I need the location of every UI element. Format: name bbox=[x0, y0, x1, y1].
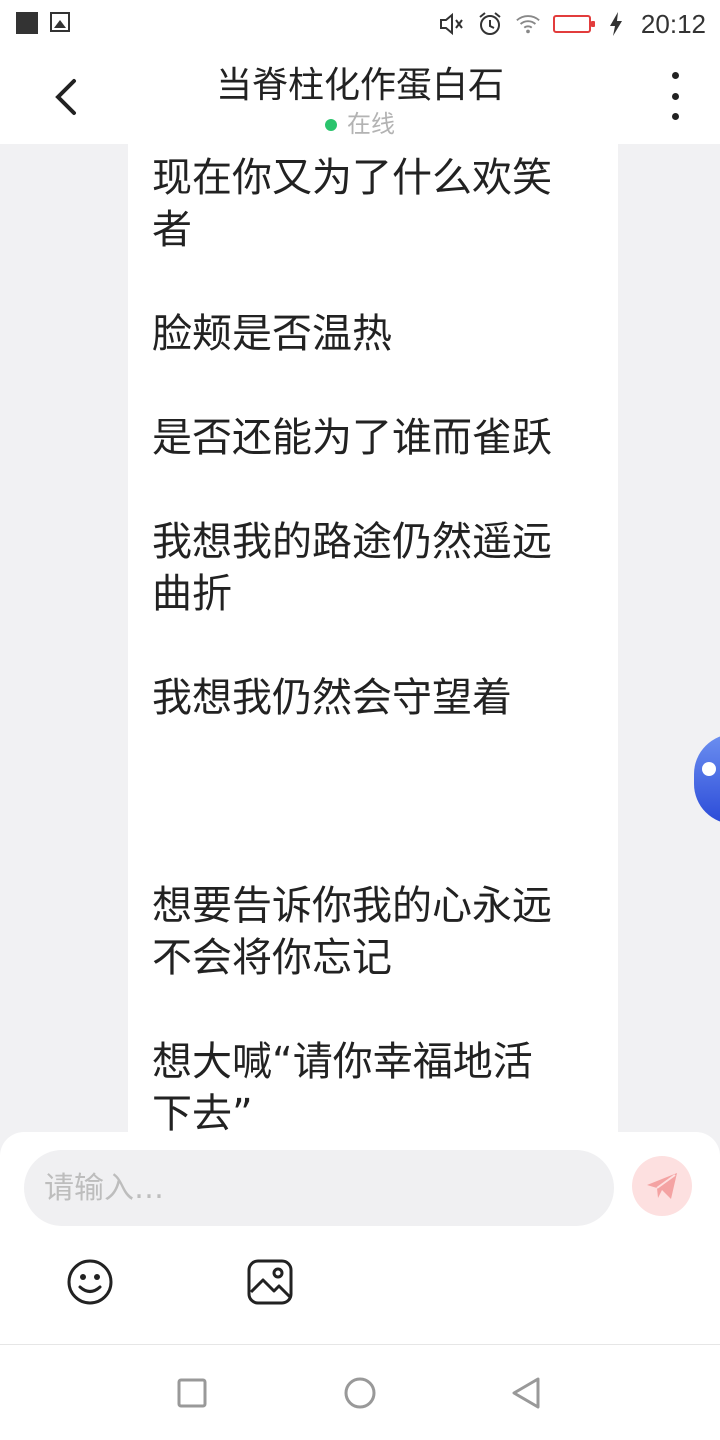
nav-back-button[interactable] bbox=[508, 1375, 544, 1411]
image-icon bbox=[247, 1259, 293, 1305]
message-line: 是否还能为了谁而雀跃 bbox=[152, 415, 552, 461]
send-button[interactable] bbox=[632, 1156, 692, 1216]
message-line: 者 bbox=[152, 207, 192, 253]
message-line: 下去” bbox=[152, 1091, 253, 1134]
status-time: 20:12 bbox=[640, 8, 706, 39]
chat-title: 当脊柱化作蛋白石 bbox=[215, 65, 504, 106]
recent-apps-icon bbox=[177, 1378, 207, 1408]
gallery-icon bbox=[50, 12, 70, 32]
emoji-icon bbox=[67, 1259, 113, 1305]
message-line: 曲折 bbox=[152, 571, 232, 617]
emoji-button[interactable] bbox=[66, 1258, 114, 1306]
image-button[interactable] bbox=[246, 1258, 294, 1306]
charging-icon bbox=[603, 11, 629, 37]
message-line: 不会将你忘记 bbox=[152, 935, 392, 981]
message-line: 想要告诉你我的心永远 bbox=[152, 883, 552, 929]
online-dot-icon bbox=[325, 119, 337, 131]
message-line: 现在你又为了什么欢笑 bbox=[152, 155, 552, 201]
chat-header: 当脊柱化作蛋白石 在线 bbox=[0, 48, 720, 144]
chat-area[interactable]: 现在你又为了什么欢笑 者 脸颊是否温热 是否还能为了谁而雀跃 我想我的路途仍然遥… bbox=[0, 144, 720, 1134]
composer bbox=[0, 1132, 720, 1344]
message-input[interactable] bbox=[24, 1150, 614, 1226]
message-bubble[interactable]: 现在你又为了什么欢笑 者 脸颊是否温热 是否还能为了谁而雀跃 我想我的路途仍然遥… bbox=[128, 144, 618, 1134]
mute-icon bbox=[439, 11, 465, 37]
back-nav-icon bbox=[512, 1377, 540, 1409]
more-dot-icon bbox=[671, 72, 679, 79]
system-nav-bar bbox=[0, 1344, 720, 1440]
home-icon bbox=[344, 1377, 376, 1409]
message-line: 想大喊“请你幸福地活 bbox=[152, 1039, 533, 1085]
battery-low-icon bbox=[552, 15, 595, 33]
home-button[interactable] bbox=[342, 1375, 378, 1411]
status-left bbox=[16, 12, 70, 34]
online-status: 在线 bbox=[0, 104, 720, 139]
more-dot-icon bbox=[671, 92, 679, 100]
message-line: 我想我的路途仍然遥远 bbox=[152, 519, 552, 565]
recent-apps-button[interactable] bbox=[174, 1375, 210, 1411]
status-bar: 20:12 bbox=[0, 0, 720, 48]
message-line: 脸颊是否温热 bbox=[152, 311, 392, 357]
alarm-icon bbox=[477, 11, 503, 37]
more-options-button[interactable] bbox=[660, 72, 690, 120]
online-status-label: 在线 bbox=[347, 110, 395, 138]
more-dot-icon bbox=[671, 113, 679, 120]
assistant-robot-icon[interactable] bbox=[694, 734, 720, 824]
wifi-icon bbox=[515, 11, 541, 37]
message-line: 我想我仍然会守望着 bbox=[152, 675, 512, 721]
status-right: 20:12 bbox=[439, 8, 706, 40]
send-icon bbox=[647, 1173, 677, 1199]
notification-square-icon bbox=[16, 12, 38, 34]
